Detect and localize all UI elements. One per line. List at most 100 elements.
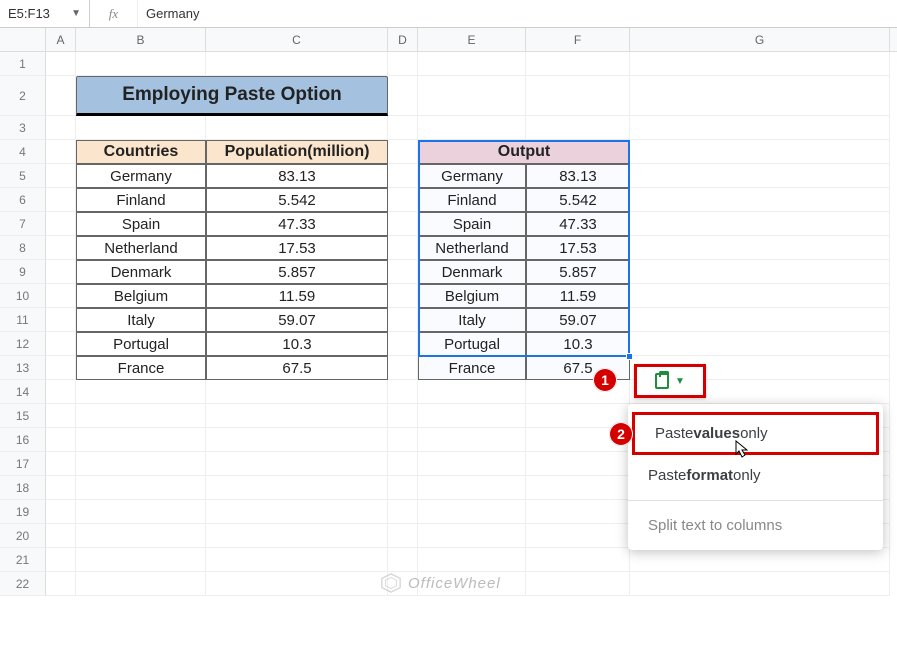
cell[interactable] [46,236,76,260]
cell[interactable] [76,452,206,476]
row-header[interactable]: 14 [0,380,46,404]
cell[interactable] [630,188,890,212]
table-cell[interactable]: 17.53 [206,236,388,260]
table-header[interactable]: Population(million) [206,140,388,164]
cell[interactable] [388,236,418,260]
cell[interactable] [206,548,388,572]
cell[interactable] [630,236,890,260]
cell[interactable] [388,452,418,476]
table-cell[interactable]: Belgium [418,284,526,308]
cell[interactable] [46,380,76,404]
cell[interactable] [46,548,76,572]
cell[interactable] [630,260,890,284]
cell[interactable] [418,76,526,116]
row-header[interactable]: 1 [0,52,46,76]
cell[interactable] [388,356,418,380]
cell[interactable] [526,52,630,76]
row-header[interactable]: 5 [0,164,46,188]
cell[interactable] [46,332,76,356]
cell[interactable] [388,404,418,428]
col-header[interactable]: E [418,28,526,51]
col-header[interactable]: A [46,28,76,51]
cell[interactable] [388,500,418,524]
cell[interactable] [418,500,526,524]
row-header[interactable]: 9 [0,260,46,284]
row-header[interactable]: 4 [0,140,46,164]
cell[interactable] [388,188,418,212]
cell[interactable] [388,428,418,452]
row-header[interactable]: 11 [0,308,46,332]
cell[interactable] [46,476,76,500]
table-cell[interactable]: 5.857 [206,260,388,284]
cell[interactable] [46,428,76,452]
cell[interactable] [388,76,418,116]
table-cell[interactable]: Netherland [76,236,206,260]
col-header[interactable]: G [630,28,890,51]
formula-input[interactable]: Germany [138,6,897,21]
cell[interactable] [76,404,206,428]
cell[interactable] [46,572,76,596]
row-header[interactable]: 19 [0,500,46,524]
cell[interactable] [418,404,526,428]
cell[interactable] [526,500,630,524]
cell[interactable] [76,524,206,548]
cell[interactable] [46,76,76,116]
row-header[interactable]: 8 [0,236,46,260]
cell[interactable] [46,52,76,76]
cell[interactable] [206,428,388,452]
table-cell[interactable]: 47.33 [526,212,630,236]
table-cell[interactable]: Finland [418,188,526,212]
select-all-corner[interactable] [0,28,46,51]
row-header[interactable]: 6 [0,188,46,212]
cell[interactable] [46,260,76,284]
cell[interactable] [46,116,76,140]
row-header[interactable]: 2 [0,76,46,116]
cell[interactable] [630,284,890,308]
table-cell[interactable]: 10.3 [526,332,630,356]
cell[interactable] [418,52,526,76]
cell[interactable] [526,476,630,500]
table-header[interactable]: Countries [76,140,206,164]
cell[interactable] [76,572,206,596]
cell[interactable] [76,428,206,452]
row-header[interactable]: 7 [0,212,46,236]
paste-options-button[interactable]: ▼ [634,364,706,398]
cell[interactable] [46,284,76,308]
cell[interactable] [388,308,418,332]
row-header[interactable]: 13 [0,356,46,380]
table-cell[interactable]: France [76,356,206,380]
cell[interactable] [630,308,890,332]
cell[interactable] [630,164,890,188]
title-cell[interactable]: Employing Paste Option [76,76,388,116]
cell[interactable] [418,524,526,548]
cell[interactable] [76,52,206,76]
cell[interactable] [526,524,630,548]
cell[interactable] [206,452,388,476]
table-cell[interactable]: Portugal [418,332,526,356]
cell[interactable] [46,140,76,164]
row-header[interactable]: 16 [0,428,46,452]
cell[interactable] [630,332,890,356]
cell[interactable] [630,76,890,116]
cell[interactable] [418,116,526,140]
row-header[interactable]: 3 [0,116,46,140]
cell[interactable] [388,524,418,548]
row-header[interactable]: 17 [0,452,46,476]
cell[interactable] [388,140,418,164]
cell[interactable] [526,548,630,572]
table-cell[interactable]: 67.5 [206,356,388,380]
cell[interactable] [46,452,76,476]
cell[interactable] [630,548,890,572]
table-cell[interactable]: 11.59 [206,284,388,308]
cell[interactable] [46,524,76,548]
table-cell[interactable]: 17.53 [526,236,630,260]
row-header[interactable]: 12 [0,332,46,356]
table-cell[interactable]: Italy [418,308,526,332]
table-cell[interactable]: 5.857 [526,260,630,284]
spreadsheet-grid[interactable]: A B C D E F G 12Employing Paste Option34… [0,28,897,596]
name-box[interactable]: E5:F13 ▼ [0,0,90,27]
cell[interactable] [76,476,206,500]
table-cell[interactable]: 5.542 [526,188,630,212]
cell[interactable] [526,452,630,476]
cell[interactable] [388,380,418,404]
